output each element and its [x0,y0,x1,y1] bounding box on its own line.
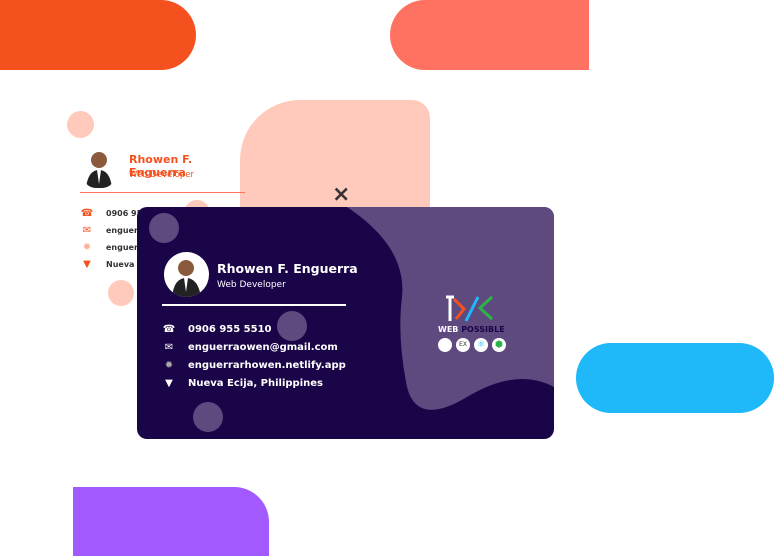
mail-icon: ✉ [82,225,92,236]
react-icon: ⚛ [474,338,488,352]
phone-icon: ☎ [162,324,176,335]
lavender-dot [149,213,179,243]
peach-dot [67,111,94,138]
globe-icon: ✹ [164,360,174,371]
front-name: Rhowen F. Enguerra [217,261,358,276]
divider [80,192,245,193]
contact-email: ✉ enguerraowen@gmail.com [162,342,338,353]
contact-phone: ☎ 0906 955 5510 [162,324,272,335]
location-pin-icon: ▼ [165,378,173,389]
orange-shape [0,0,196,70]
back-title: Web Developer [129,170,194,180]
contact-website: ✹ enguerrarhowen.netlify.app [162,360,346,371]
coral-shape [390,0,589,70]
avatar [82,148,116,188]
front-card: Rhowen F. Enguerra Web Developer ☎ 0906 9… [137,207,554,439]
logo-text: WEB POSSIBLE [438,325,505,334]
avatar [164,252,209,297]
lavender-dot [277,311,307,341]
phone-icon: ☎ [80,208,94,219]
nodejs-icon: ⬢ [492,338,506,352]
purple-shape [73,487,269,556]
divider [162,304,346,306]
tech-icons: EX ⚛ ⬢ [438,338,506,352]
contact-website: ✹ enguer [80,242,138,253]
back-logo: ⨯ [332,182,351,207]
lavender-dot [193,402,223,432]
database-icon [438,338,452,352]
location-pin-icon: ▼ [83,259,91,270]
contact-phone: ☎ 0906 95 [80,208,143,219]
mail-icon: ✉ [164,342,174,353]
webpossible-logo-icon [446,295,494,322]
contact-email: ✉ enguer [80,225,138,236]
express-icon: EX [456,338,470,352]
contact-location: ▼ Nueva Ecija, Philippines [162,378,323,389]
globe-icon: ✹ [82,242,92,253]
blue-shape [576,343,774,413]
contact-location: ▼ Nueva E [80,259,143,270]
front-title: Web Developer [217,280,286,290]
